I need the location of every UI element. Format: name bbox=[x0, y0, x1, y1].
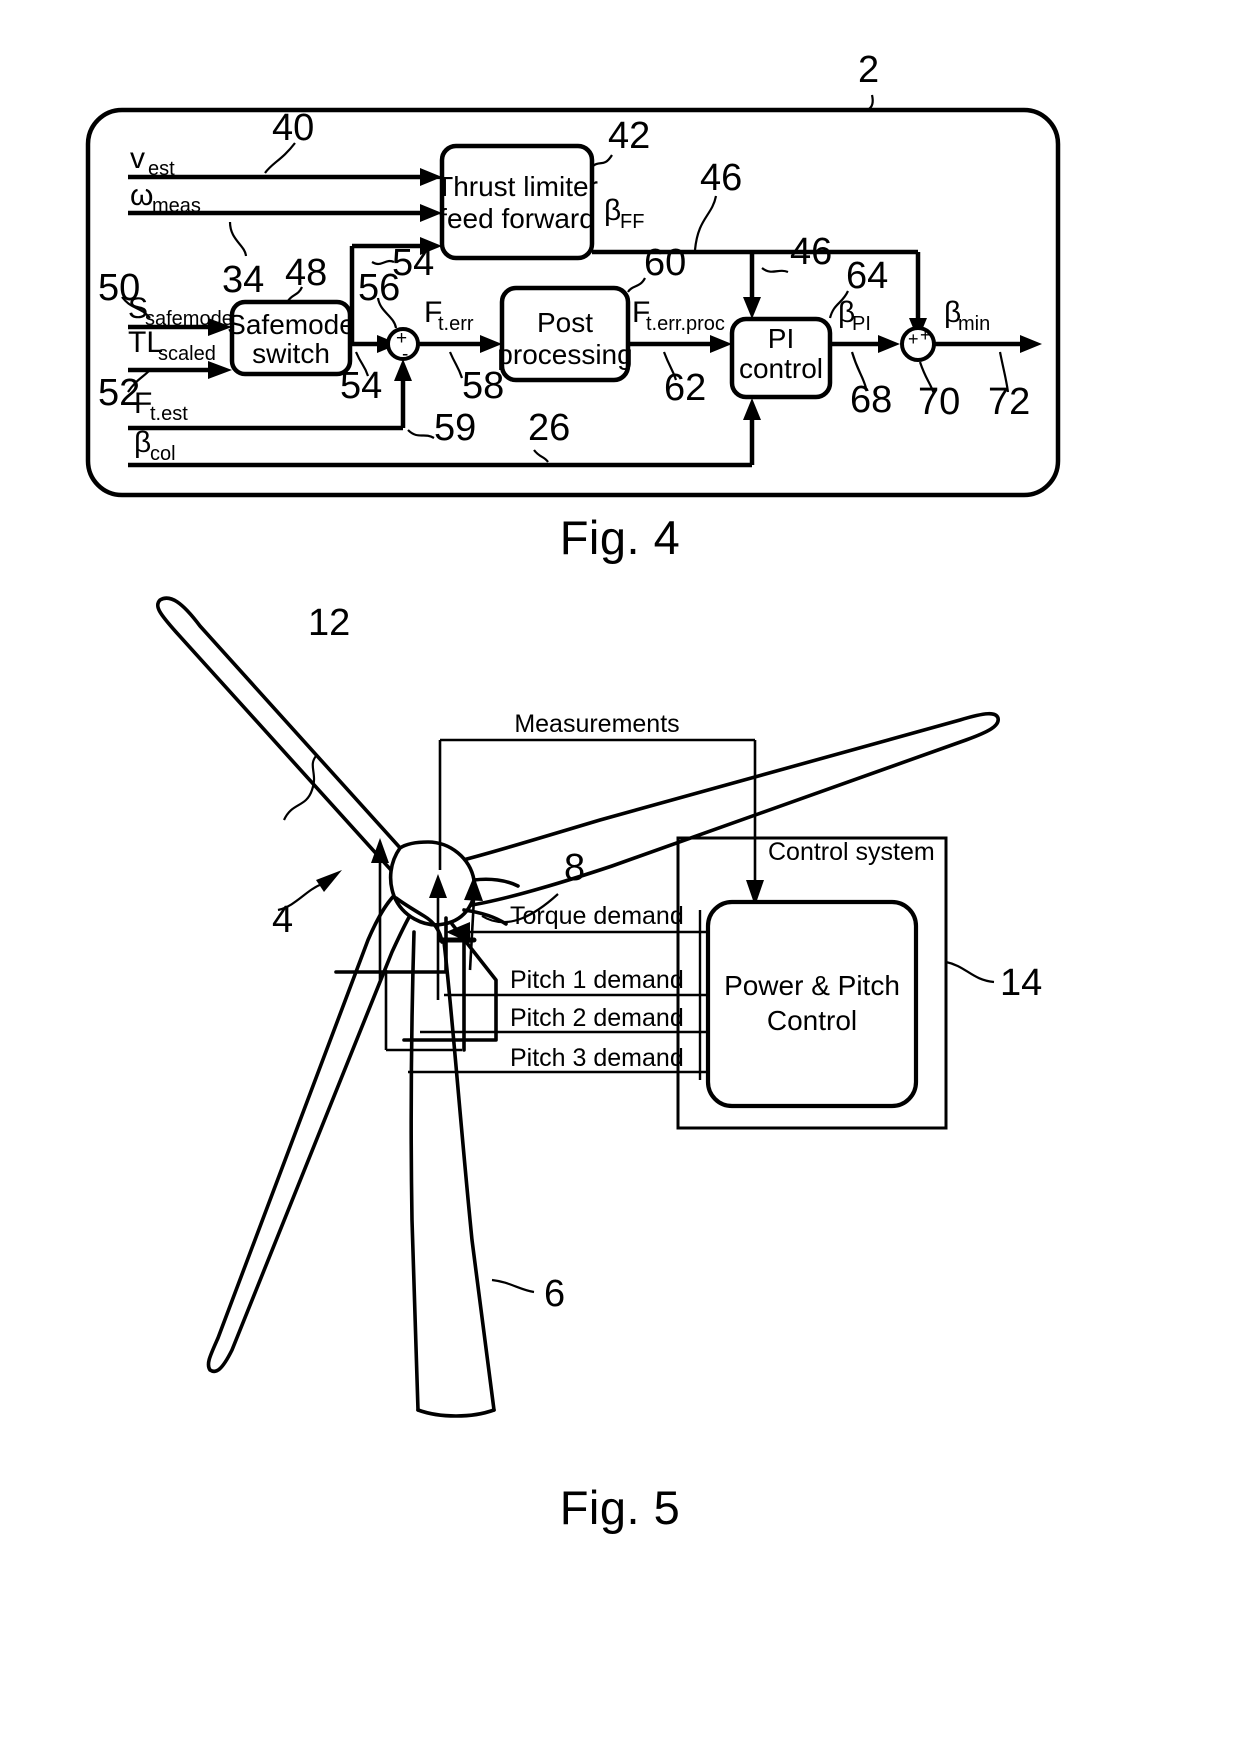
label-omega-meas-base: ω bbox=[130, 179, 153, 212]
label-beta-col-base: β bbox=[134, 426, 151, 459]
arrowhead-ref-4 bbox=[316, 870, 342, 892]
ref-number-48: 48 bbox=[285, 252, 327, 294]
ref-number-4: 4 bbox=[272, 899, 293, 941]
demand-arrow-to-hub bbox=[468, 897, 476, 971]
label-beta-min-sub: min bbox=[958, 313, 990, 335]
block-post-processing-line1: Post bbox=[537, 307, 593, 338]
arrowhead-46-to-pi bbox=[743, 297, 761, 319]
ref-number-46a: 46 bbox=[700, 157, 742, 199]
blade-lower-left bbox=[206, 888, 422, 1374]
block-post-processing-line2: processing bbox=[497, 339, 632, 370]
ref-number-70: 70 bbox=[918, 381, 960, 423]
block-thrust-limiter-line1: Thrust limiter bbox=[436, 171, 598, 202]
patent-drawing-sheet: 2 v est 40 ω meas 34 54 Thrust limiter f… bbox=[0, 0, 1240, 1758]
leader-line-58 bbox=[448, 351, 464, 379]
leader-line-6 bbox=[491, 1278, 535, 1294]
label-ft-est-sub: t.est bbox=[150, 403, 188, 425]
block-power-pitch-control-line1: Power & Pitch bbox=[724, 970, 900, 1001]
label-control-system: Control system bbox=[768, 838, 935, 866]
tower-right-edge bbox=[442, 940, 496, 1412]
arrowhead-beta-col bbox=[743, 398, 761, 420]
block-thrust-limiter-line2: feed forward bbox=[439, 203, 595, 234]
ref-number-42: 42 bbox=[608, 115, 650, 157]
arrowhead-ft-est bbox=[394, 359, 412, 381]
arrowhead-beta-min bbox=[1020, 335, 1042, 353]
label-ft-err-sub: t.err bbox=[438, 313, 474, 335]
ref-number-56: 56 bbox=[358, 267, 400, 309]
arrowhead-beta-pi bbox=[878, 335, 900, 353]
figure-5-caption: Fig. 5 bbox=[559, 1481, 681, 1534]
figure-4-caption: Fig. 4 bbox=[559, 511, 681, 564]
ref-number-59: 59 bbox=[434, 407, 476, 449]
leader-line-34 bbox=[228, 221, 248, 257]
ref-number-26: 26 bbox=[528, 407, 570, 449]
label-beta-col-sub: col bbox=[150, 443, 176, 465]
ref-number-14: 14 bbox=[1000, 962, 1042, 1004]
ref-number-12: 12 bbox=[308, 602, 350, 644]
tower-left-edge bbox=[409, 930, 420, 1412]
tower-base bbox=[416, 1408, 496, 1418]
label-omega-meas-sub: meas bbox=[152, 195, 201, 217]
leader-line-26 bbox=[533, 449, 549, 463]
label-beta-pi-sub: PI bbox=[852, 313, 871, 335]
ref-number-46b: 46 bbox=[790, 231, 832, 273]
blade-right bbox=[447, 711, 1000, 908]
leader-line-46b bbox=[761, 267, 789, 274]
leader-line-54a bbox=[371, 259, 395, 266]
block-pi-control-line1: PI bbox=[768, 323, 794, 354]
summing-junction-70-plus2: + bbox=[920, 325, 931, 345]
ref-number-68: 68 bbox=[850, 379, 892, 421]
block-safemode-switch-line2: switch bbox=[252, 338, 330, 369]
leader-line-14 bbox=[945, 960, 995, 984]
leader-line-59 bbox=[407, 429, 435, 439]
nacelle-hub bbox=[388, 840, 477, 927]
label-pitch3-demand: Pitch 3 demand bbox=[510, 1044, 684, 1072]
block-pi-control-line2: control bbox=[739, 353, 823, 384]
label-torque-demand: Torque demand bbox=[510, 902, 684, 930]
leader-line-60 bbox=[627, 277, 646, 293]
ref-number-8: 8 bbox=[564, 847, 585, 889]
figure-4-block-diagram: 2 v est 40 ω meas 34 54 Thrust limiter f… bbox=[85, 49, 1061, 498]
ref-number-34: 34 bbox=[222, 259, 264, 301]
label-v-est-sub: est bbox=[148, 158, 175, 180]
label-pitch2-demand: Pitch 2 demand bbox=[510, 1004, 684, 1032]
label-beta-ff-base: β bbox=[604, 194, 621, 227]
label-ft-err-proc-sub: t.err.proc bbox=[646, 313, 725, 335]
ref-number-54b: 54 bbox=[340, 365, 382, 407]
ref-number-50: 50 bbox=[98, 267, 140, 309]
block-power-pitch-control[interactable] bbox=[705, 899, 919, 1109]
summing-junction-70-plus1: + bbox=[908, 329, 919, 349]
ref-number-72: 72 bbox=[988, 381, 1030, 423]
label-pitch1-demand: Pitch 1 demand bbox=[510, 966, 684, 994]
block-power-pitch-control-line2: Control bbox=[767, 1005, 857, 1036]
leader-line-46a bbox=[693, 195, 718, 251]
ref-number-58: 58 bbox=[462, 365, 504, 407]
label-beta-ff-sub: FF bbox=[620, 211, 644, 233]
block-thrust-limiter-feed-forward[interactable] bbox=[439, 143, 595, 261]
demand-to-hub-line bbox=[468, 897, 476, 971]
ref-number-64: 64 bbox=[846, 255, 888, 297]
ref-number-60: 60 bbox=[644, 242, 686, 284]
arrowhead-ft-err-proc bbox=[710, 335, 732, 353]
label-v-est-base: v bbox=[130, 142, 145, 175]
ref-number-6: 6 bbox=[544, 1273, 565, 1315]
ref-number-40: 40 bbox=[272, 107, 314, 149]
ref-number-2: 2 bbox=[858, 49, 879, 91]
block-safemode-switch-line1: Safemode bbox=[227, 309, 355, 340]
label-measurements: Measurements bbox=[514, 710, 679, 738]
figure-5-wind-turbine: Measurements 12 4 6 8 Control system Pow… bbox=[155, 596, 1042, 1418]
label-tl-scaled-sub: scaled bbox=[158, 343, 216, 365]
ref-number-62: 62 bbox=[664, 367, 706, 409]
